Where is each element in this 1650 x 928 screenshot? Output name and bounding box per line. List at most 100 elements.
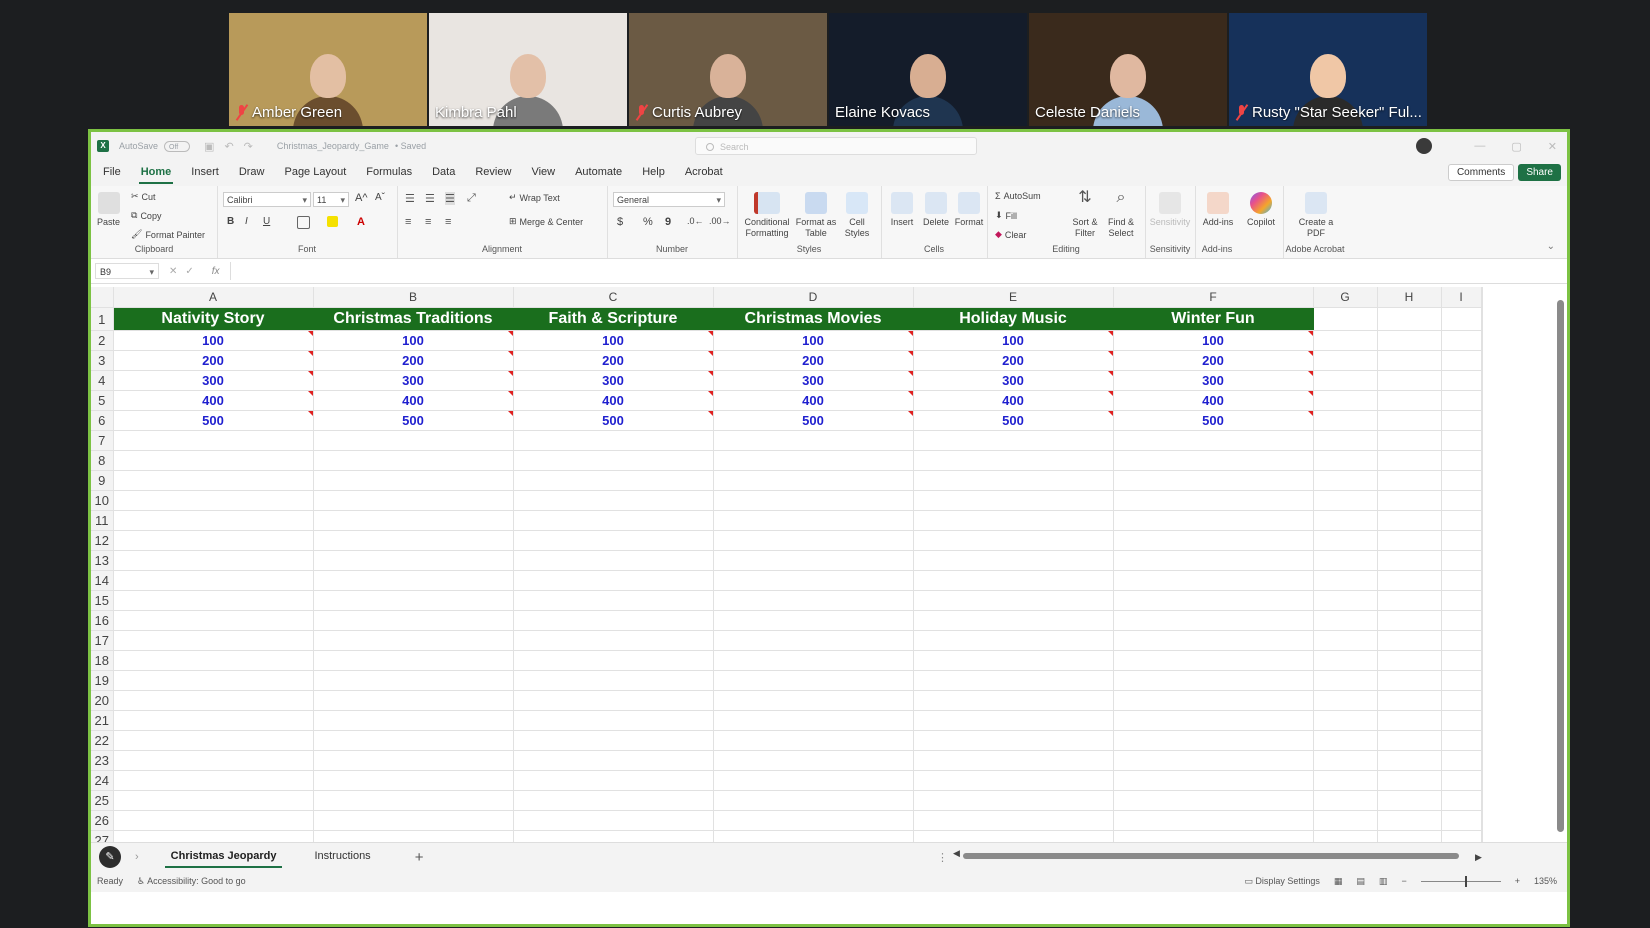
wrap-text-button[interactable]: ↵ Wrap Text	[509, 192, 560, 203]
point-value-cell[interactable]: 500	[913, 410, 1114, 431]
vertical-scrollbar[interactable]	[1556, 288, 1565, 838]
empty-cell[interactable]	[1377, 307, 1442, 331]
empty-cell[interactable]	[1441, 370, 1482, 391]
empty-cell[interactable]	[1313, 630, 1378, 651]
empty-cell[interactable]	[1481, 650, 1483, 671]
empty-cell[interactable]	[1481, 750, 1483, 771]
comment-indicator-icon[interactable]	[907, 351, 912, 356]
empty-cell[interactable]	[113, 610, 314, 631]
empty-cell[interactable]	[1313, 470, 1378, 491]
empty-cell[interactable]	[513, 490, 714, 511]
empty-cell[interactable]	[1313, 730, 1378, 751]
confirm-icon[interactable]: ✓	[185, 266, 193, 277]
tab-page-layout[interactable]: Page Layout	[282, 162, 348, 184]
comment-indicator-icon[interactable]	[307, 371, 312, 376]
row-header[interactable]: 26	[91, 810, 114, 831]
empty-cell[interactable]	[1377, 750, 1442, 771]
comment-indicator-icon[interactable]	[907, 331, 912, 336]
empty-cell[interactable]	[1377, 610, 1442, 631]
empty-cell[interactable]	[1441, 610, 1482, 631]
row-header[interactable]: 15	[91, 590, 114, 611]
empty-cell[interactable]	[1481, 590, 1483, 611]
empty-cell[interactable]	[1441, 430, 1482, 451]
empty-cell[interactable]	[1441, 350, 1482, 371]
zoom-level[interactable]: 135%	[1534, 876, 1557, 886]
font-family-select[interactable]: Calibri	[223, 192, 311, 208]
empty-cell[interactable]	[1377, 630, 1442, 651]
column-header-a[interactable]: A	[113, 287, 314, 308]
empty-cell[interactable]	[1377, 490, 1442, 511]
point-value-cell[interactable]: 100	[1113, 330, 1314, 351]
empty-cell[interactable]	[1377, 570, 1442, 591]
empty-cell[interactable]	[1377, 550, 1442, 571]
empty-cell[interactable]	[713, 810, 914, 831]
comment-indicator-icon[interactable]	[1107, 371, 1112, 376]
empty-cell[interactable]	[1113, 630, 1314, 651]
empty-cell[interactable]	[1313, 530, 1378, 551]
participant-tile[interactable]: Rusty "Star Seeker" Ful...	[1229, 13, 1427, 126]
minimize-icon[interactable]: —	[1474, 140, 1485, 152]
empty-cell[interactable]	[1441, 670, 1482, 691]
ribbon-collapse-icon[interactable]: ⌄	[1547, 241, 1555, 252]
empty-cell[interactable]	[1441, 630, 1482, 651]
empty-cell[interactable]	[1113, 570, 1314, 591]
empty-cell[interactable]	[1441, 550, 1482, 571]
empty-cell[interactable]	[113, 750, 314, 771]
redo-icon[interactable]: ↷	[244, 140, 253, 153]
empty-cell[interactable]	[1441, 790, 1482, 811]
empty-cell[interactable]	[1377, 530, 1442, 551]
format-painter-button[interactable]: 🖌 Format Painter	[131, 229, 205, 240]
tab-review[interactable]: Review	[473, 162, 513, 184]
point-value-cell[interactable]: 500	[513, 410, 714, 431]
row-header[interactable]: 5	[91, 390, 114, 411]
empty-cell[interactable]	[313, 830, 514, 842]
point-value-cell[interactable]: 400	[1113, 390, 1314, 411]
empty-cell[interactable]	[1313, 370, 1378, 391]
empty-cell[interactable]	[1377, 790, 1442, 811]
empty-cell[interactable]	[1377, 470, 1442, 491]
empty-cell[interactable]	[913, 590, 1114, 611]
point-value-cell[interactable]: 400	[313, 390, 514, 411]
tab-acrobat[interactable]: Acrobat	[683, 162, 725, 184]
empty-cell[interactable]	[313, 530, 514, 551]
autosum-button[interactable]: Σ AutoSum	[995, 191, 1041, 201]
file-name[interactable]: Christmas_Jeopardy_Game	[277, 141, 389, 151]
row-header[interactable]: 11	[91, 510, 114, 531]
row-header[interactable]: 14	[91, 570, 114, 591]
empty-cell[interactable]	[313, 790, 514, 811]
empty-cell[interactable]	[1441, 470, 1482, 491]
empty-cell[interactable]	[913, 730, 1114, 751]
comment-indicator-icon[interactable]	[1307, 391, 1312, 396]
borders-button[interactable]	[297, 216, 310, 229]
comment-indicator-icon[interactable]	[1107, 391, 1112, 396]
empty-cell[interactable]	[1313, 450, 1378, 471]
empty-cell[interactable]	[713, 490, 914, 511]
create-pdf-button[interactable]: Create a PDF	[1291, 192, 1341, 239]
row-header[interactable]: 4	[91, 370, 114, 391]
row-header[interactable]: 7	[91, 430, 114, 451]
empty-cell[interactable]	[713, 470, 914, 491]
align-middle-button[interactable]: ☰	[425, 192, 435, 205]
empty-cell[interactable]	[913, 810, 1114, 831]
fill-color-button[interactable]	[327, 216, 338, 227]
empty-cell[interactable]	[713, 690, 914, 711]
empty-cell[interactable]	[313, 450, 514, 471]
row-header[interactable]: 2	[91, 330, 114, 351]
empty-cell[interactable]	[1313, 430, 1378, 451]
empty-cell[interactable]	[313, 570, 514, 591]
participant-tile[interactable]: Curtis Aubrey	[629, 13, 827, 126]
empty-cell[interactable]	[1481, 610, 1483, 631]
empty-cell[interactable]	[1113, 530, 1314, 551]
empty-cell[interactable]	[113, 690, 314, 711]
tab-data[interactable]: Data	[430, 162, 457, 184]
empty-cell[interactable]	[1377, 590, 1442, 611]
comment-indicator-icon[interactable]	[707, 411, 712, 416]
row-header[interactable]: 8	[91, 450, 114, 471]
row-header[interactable]: 22	[91, 730, 114, 751]
empty-cell[interactable]	[1113, 490, 1314, 511]
column-header-f[interactable]: F	[1113, 287, 1314, 308]
empty-cell[interactable]	[113, 810, 314, 831]
empty-cell[interactable]	[313, 490, 514, 511]
empty-cell[interactable]	[1481, 570, 1483, 591]
empty-cell[interactable]	[1113, 550, 1314, 571]
